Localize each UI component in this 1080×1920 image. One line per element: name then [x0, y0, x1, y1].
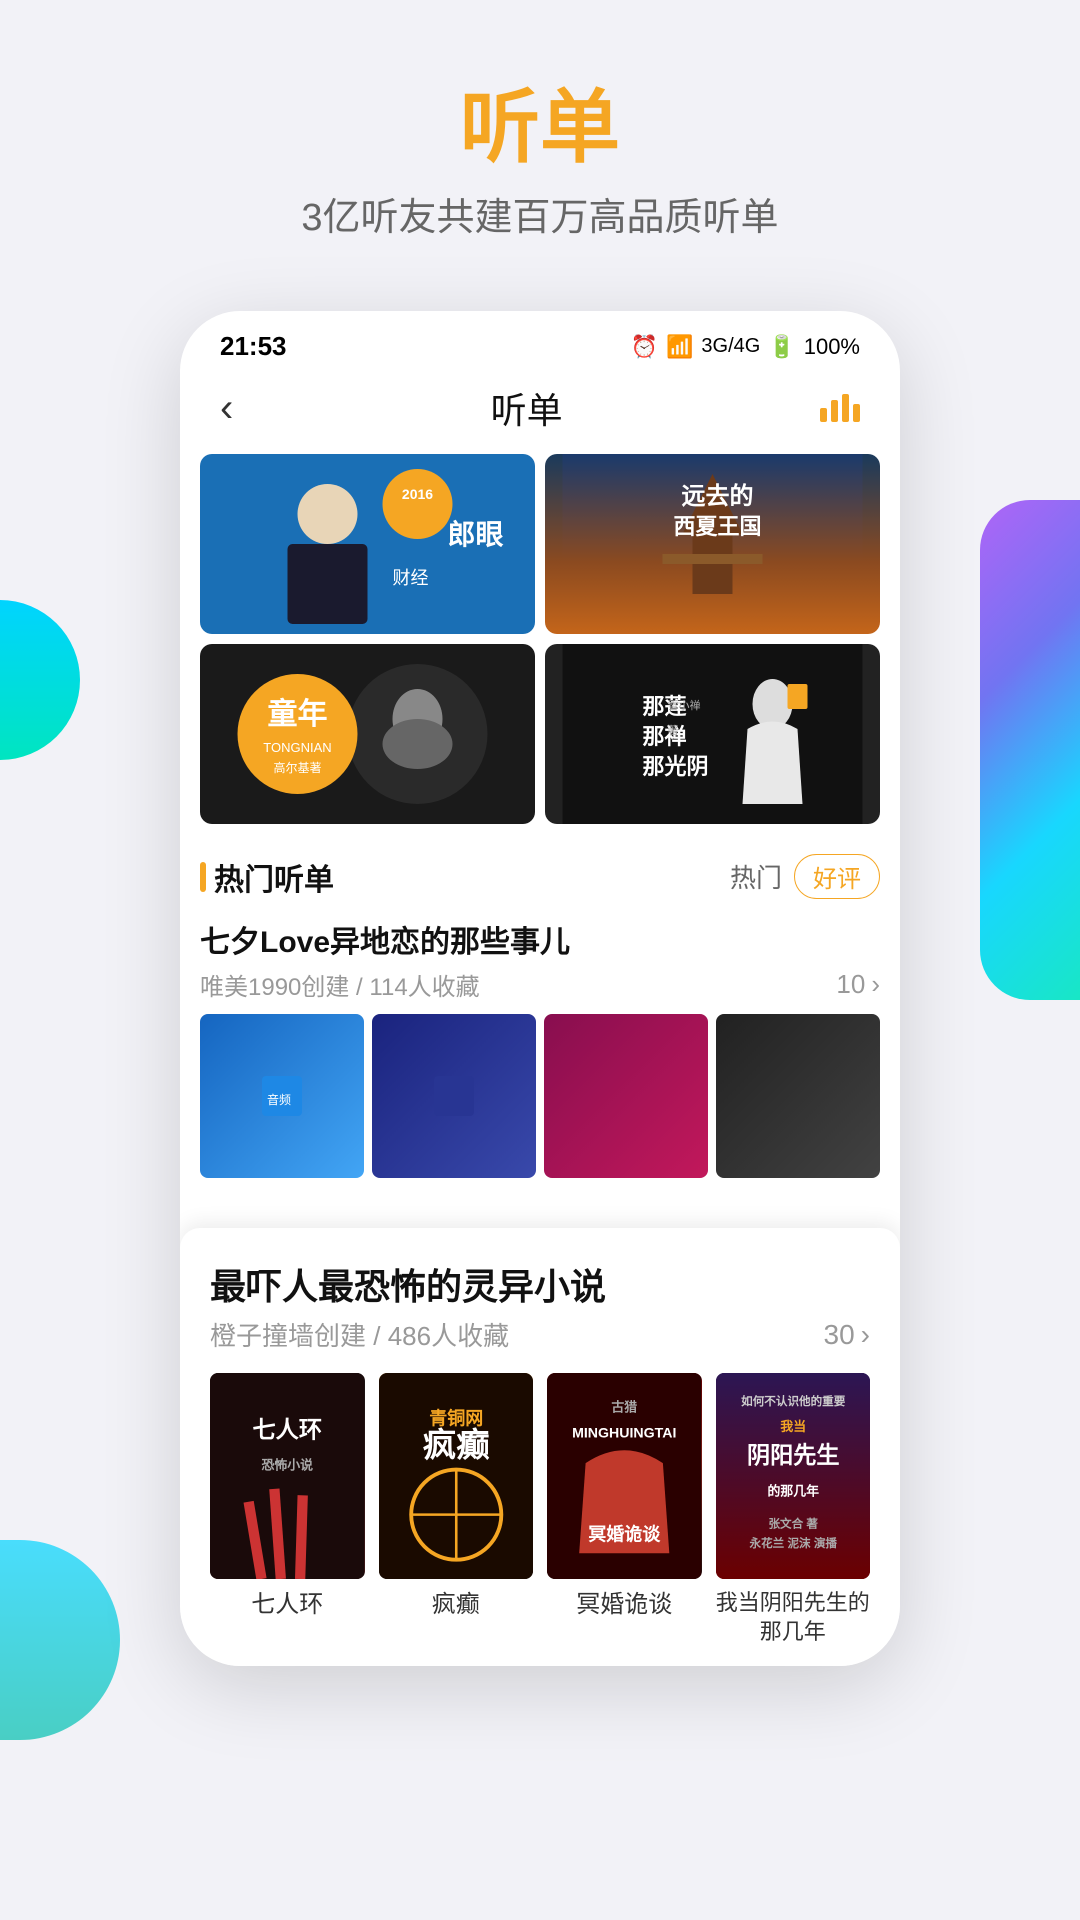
bottom-card-meta: 橙子撞墙创建 / 486人收藏 30 ›: [210, 1316, 870, 1353]
svg-text:远去的: 远去的: [682, 482, 754, 510]
svg-text:MINGHUINGTAI: MINGHUINGTAI: [572, 1425, 676, 1441]
book-item-4[interactable]: 如何不认识他的重要 我当 阴阳先生 的那几年 张文合 著 永花兰 泥沫 演播 我…: [716, 1373, 871, 1646]
banner-xixia[interactable]: 远去的 西夏王国: [545, 454, 880, 634]
svg-text:音频: 音频: [267, 1092, 291, 1107]
book-cover-4: 如何不认识他的重要 我当 阴阳先生 的那几年 张文合 著 永花兰 泥沫 演播: [716, 1373, 871, 1579]
svg-text:恐怖小说: 恐怖小说: [262, 1458, 314, 1473]
playlist-item-1[interactable]: 七夕Love异地恋的那些事儿 唯美1990创建 / 114人收藏 10 › 音频: [200, 917, 880, 1178]
nav-bar: ‹ 听单: [180, 372, 900, 454]
svg-text:TONGNIAN: TONGNIAN: [263, 740, 331, 755]
books-row: 七人环 恐怖小说 七人环 青铜网 疯癫: [210, 1373, 870, 1646]
banner-tongnian[interactable]: 童年 TONGNIAN 高尔基著: [200, 644, 535, 824]
svg-text:青铜网: 青铜网: [429, 1408, 483, 1429]
book-item-3[interactable]: 古猎 MINGHUINGTAI 冥婚诡谈 冥婚诡谈: [547, 1373, 702, 1646]
blob-bottom-left: [0, 1540, 120, 1740]
banner-1-svg: 2016 郎眼 财经: [200, 454, 535, 634]
banner-cj[interactable]: 2016 郎眼 财经: [200, 454, 535, 634]
playlist-thumbs-1: 音频: [200, 1014, 880, 1178]
status-bar: 21:53 ⏰ 📶 3G/4G 🔋 100%: [180, 311, 900, 372]
banner-grid: 2016 郎眼 财经: [180, 454, 900, 824]
playlist-meta-1: 唯美1990创建 / 114人收藏 10 ›: [200, 967, 880, 1002]
signal-icon: 3G/4G: [701, 335, 760, 358]
battery-icon: 🔋: [768, 334, 795, 360]
book-title-4: 我当阴阳先生的那几年: [716, 1589, 871, 1646]
svg-text:2016: 2016: [402, 486, 433, 502]
thumb-1d: [716, 1014, 880, 1178]
book-item-2[interactable]: 青铜网 疯癫 疯癫: [379, 1373, 534, 1646]
bottom-card-count: 30 ›: [824, 1319, 870, 1351]
svg-text:七人环: 七人环: [253, 1416, 322, 1442]
svg-text:的那几年: 的那几年: [767, 1483, 819, 1498]
page-title: 听单: [0, 80, 1080, 176]
svg-text:童年: 童年: [268, 697, 328, 731]
thumb-1a: 音频: [200, 1014, 364, 1178]
svg-text:张文合 著: 张文合 著: [768, 1517, 818, 1531]
playlist-count-1: 10 ›: [836, 969, 880, 1000]
banner-3-svg: 童年 TONGNIAN 高尔基著: [200, 644, 535, 824]
svg-text:著: 著: [668, 723, 679, 737]
alarm-icon: ⏰: [631, 334, 658, 360]
svg-text:那禅: 那禅: [643, 724, 687, 749]
svg-text:古猎: 古猎: [611, 1400, 637, 1415]
book-item-1[interactable]: 七人环 恐怖小说 七人环: [210, 1373, 365, 1646]
playlist-title-1: 七夕Love异地恋的那些事儿: [200, 917, 880, 961]
svg-text:我当: 我当: [780, 1419, 806, 1434]
hot-section: 热门听单 热门 好评 七夕Love异地恋的那些事儿 唯美1990创建 / 114…: [180, 844, 900, 1208]
hot-title-bar: [200, 862, 206, 892]
thumb-1b: [372, 1014, 536, 1178]
svg-text:西夏王国: 西夏王国: [673, 514, 761, 539]
thumb-1c: [544, 1014, 708, 1178]
book-cover-2: 青铜网 疯癫: [379, 1373, 534, 1579]
book-title-3: 冥婚诡谈: [576, 1589, 672, 1620]
back-button[interactable]: ‹: [220, 386, 233, 431]
svg-text:阴阳先生: 阴阳先生: [746, 1442, 839, 1468]
banner-2-svg: 远去的 西夏王国: [545, 454, 880, 634]
top-section: 听单 3亿听友共建百万高品质听单: [0, 0, 1080, 281]
svg-text:冥婚诡谈: 冥婚诡谈: [588, 1523, 661, 1544]
bottom-card-creator: 橙子撞墙创建 / 486人收藏: [210, 1316, 509, 1353]
wifi-icon: 📶: [666, 334, 693, 360]
svg-text:财经: 财经: [393, 568, 429, 588]
svg-text:那光阴: 那光阴: [643, 754, 709, 779]
status-right: ⏰ 📶 3G/4G 🔋 100%: [631, 334, 860, 360]
phone-mockup: 21:53 ⏰ 📶 3G/4G 🔋 100% ‹ 听单: [180, 311, 900, 1666]
svg-text:雪小禅: 雪小禅: [668, 698, 701, 712]
filter-rating-badge[interactable]: 好评: [794, 854, 880, 899]
banner-4-svg: 那莲 那禅 那光阴 雪小禅 著: [545, 644, 880, 824]
blob-right: [980, 500, 1080, 1000]
filter-hot-text[interactable]: 热门: [730, 858, 782, 895]
book-title-1: 七人环: [251, 1589, 323, 1620]
nav-title: 听单: [491, 382, 563, 434]
banner-nalian[interactable]: 那莲 那禅 那光阴 雪小禅 著: [545, 644, 880, 824]
status-time: 21:53: [220, 331, 287, 362]
blob-left: [0, 600, 80, 760]
svg-text:如何不认识他的重要: 如何不认识他的重要: [741, 1394, 846, 1408]
bottom-card: 最吓人最恐怖的灵异小说 橙子撞墙创建 / 486人收藏 30 ›: [180, 1228, 900, 1666]
book-cover-3: 古猎 MINGHUINGTAI 冥婚诡谈: [547, 1373, 702, 1579]
chart-icon[interactable]: [820, 394, 860, 422]
svg-text:郎眼: 郎眼: [448, 519, 504, 550]
book-title-2: 疯癫: [432, 1589, 480, 1620]
svg-text:永花兰 泥沫 演播: 永花兰 泥沫 演播: [748, 1536, 837, 1550]
battery-percent: 100%: [804, 334, 860, 360]
page-container: 听单 3亿听友共建百万高品质听单 21:53 ⏰ 📶 3G/4G 🔋 100% …: [0, 0, 1080, 1920]
book-cover-1: 七人环 恐怖小说: [210, 1373, 365, 1579]
playlist-creator-1: 唯美1990创建 / 114人收藏: [200, 967, 480, 1002]
hot-filter: 热门 好评: [730, 854, 880, 899]
bottom-card-title: 最吓人最恐怖的灵异小说: [210, 1258, 870, 1310]
svg-text:疯癫: 疯癫: [422, 1428, 489, 1465]
page-subtitle: 3亿听友共建百万高品质听单: [0, 186, 1080, 241]
svg-text:高尔基著: 高尔基著: [273, 760, 321, 775]
hot-header: 热门听单 热门 好评: [200, 854, 880, 899]
hot-title: 热门听单: [200, 855, 334, 899]
